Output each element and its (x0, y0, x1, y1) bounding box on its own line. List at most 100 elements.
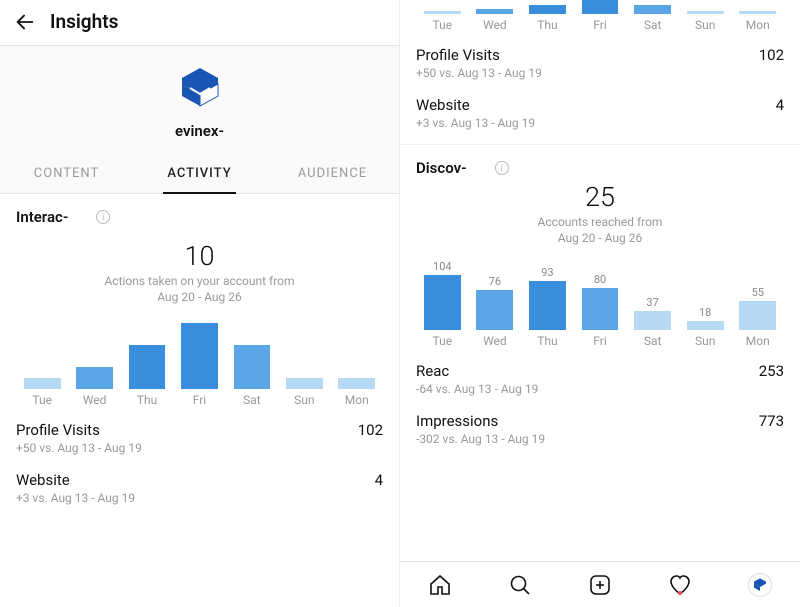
info-icon[interactable]: i (495, 161, 509, 175)
username[interactable]: evinex- (0, 122, 399, 140)
discovery-section-head: Discov- i (400, 145, 800, 181)
interactions-summary: 10 Actions taken on your account from Au… (0, 230, 399, 309)
discovery-title: Discov- (416, 159, 467, 177)
discovery-bars: 104769380371855 (414, 258, 786, 330)
profile-logo[interactable] (176, 64, 224, 112)
bar (582, 0, 619, 14)
bar (76, 367, 113, 389)
tab-activity[interactable]: ACTIVITY (133, 156, 266, 193)
bar (529, 5, 566, 14)
interactions-bars-cropped (414, 0, 786, 14)
metric-value: 253 (759, 362, 784, 380)
metric-value: 4 (375, 471, 383, 489)
bar-mon (331, 317, 383, 389)
xaxis-label: Tue (16, 393, 68, 407)
interactions-chart: TueWedThuFriSatSunMon (0, 309, 399, 409)
bar-wed (469, 0, 522, 14)
new-post-icon[interactable] (587, 572, 613, 598)
right-panel: TueWedThuFriSatSunMon Profile Visits 102… (400, 0, 800, 607)
xaxis-label: Sun (679, 18, 732, 32)
bar (424, 275, 461, 330)
bar (286, 378, 323, 389)
bar-thu (521, 0, 574, 14)
bar-wed (68, 317, 120, 389)
profile-avatar[interactable] (747, 572, 773, 598)
bar-fri (173, 317, 225, 389)
page-title: Insights (50, 10, 118, 33)
bar-mon: 55 (731, 258, 784, 330)
bar-tue: 104 (416, 258, 469, 330)
metric-label: Profile Visits (16, 421, 100, 439)
xaxis-label: Wed (68, 393, 120, 407)
metric-delta: +3 vs. Aug 13 - Aug 19 (416, 116, 784, 130)
xaxis-label: Fri (574, 334, 627, 348)
xaxis-label: Tue (416, 18, 469, 32)
bar (24, 378, 61, 389)
metric-profile-visits: Profile Visits 102 +50 vs. Aug 13 - Aug … (0, 409, 399, 459)
info-icon[interactable]: i (96, 210, 110, 224)
bar (687, 321, 724, 331)
metric-delta: +3 vs. Aug 13 - Aug 19 (16, 491, 383, 505)
metric-impressions: Impressions 773 -302 vs. Aug 13 - Aug 19 (400, 400, 800, 450)
xaxis-label: Fri (173, 393, 225, 407)
bar (739, 301, 776, 330)
metric-label: Reac (416, 362, 449, 380)
bar-sun (278, 317, 330, 389)
metric-value: 773 (759, 412, 784, 430)
discovery-count: 25 (440, 181, 760, 213)
bar (424, 11, 461, 14)
xaxis-label: Mon (731, 18, 784, 32)
bar-tue (416, 0, 469, 14)
tab-audience[interactable]: AUDIENCE (266, 156, 399, 193)
metric-delta: +50 vs. Aug 13 - Aug 19 (416, 66, 784, 80)
metric-label: Website (416, 96, 470, 114)
xaxis-label: Fri (574, 18, 627, 32)
bar-value-label: 18 (699, 306, 711, 319)
xaxis-label: Thu (521, 18, 574, 32)
interactions-chart-cropped: TueWedThuFriSatSunMon (400, 0, 800, 34)
metric-website: Website 4 +3 vs. Aug 13 - Aug 19 (400, 84, 800, 134)
bar-mon (731, 0, 784, 14)
home-icon[interactable] (427, 572, 453, 598)
bar (129, 345, 166, 389)
bar-sun (679, 0, 732, 14)
bar (739, 11, 776, 14)
bar-fri: 80 (574, 258, 627, 330)
bar-value-label: 93 (541, 266, 553, 279)
insights-tabs: CONTENT ACTIVITY AUDIENCE (0, 156, 399, 194)
xaxis-label: Mon (331, 393, 383, 407)
back-arrow-icon[interactable] (14, 11, 36, 33)
metric-delta: -64 vs. Aug 13 - Aug 19 (416, 382, 784, 396)
xaxis-label: Sun (679, 334, 732, 348)
xaxis-label: Wed (469, 334, 522, 348)
metric-label: Website (16, 471, 70, 489)
bar-sun: 18 (679, 258, 732, 330)
discovery-chart: 104769380371855 TueWedThuFriSatSunMon (400, 250, 800, 350)
bar (634, 311, 671, 331)
metric-delta: -302 vs. Aug 13 - Aug 19 (416, 432, 784, 446)
tab-content[interactable]: CONTENT (0, 156, 133, 193)
discovery-xaxis: TueWedThuFriSatSunMon (414, 330, 786, 348)
discovery-subtitle: Accounts reached from Aug 20 - Aug 26 (440, 215, 760, 246)
bar (181, 323, 218, 389)
left-panel: Insights evinex- CONTENT ACTIVITY AUDIEN… (0, 0, 400, 607)
interactions-xaxis: TueWedThuFriSatSunMon (14, 389, 385, 407)
xaxis-label: Thu (521, 334, 574, 348)
interactions-count: 10 (40, 240, 359, 272)
bar-value-label: 104 (433, 260, 452, 273)
xaxis-label: Mon (731, 334, 784, 348)
metric-value: 102 (759, 46, 784, 64)
xaxis-label: Sat (626, 334, 679, 348)
activity-icon[interactable] (667, 572, 693, 598)
search-icon[interactable] (507, 572, 533, 598)
metric-value: 4 (776, 96, 784, 114)
xaxis-label: Thu (121, 393, 173, 407)
xaxis-label: Sat (226, 393, 278, 407)
metric-website: Website 4 +3 vs. Aug 13 - Aug 19 (0, 459, 399, 509)
bar-fri (574, 0, 627, 14)
bar-value-label: 55 (752, 286, 764, 299)
metric-value: 102 (358, 421, 383, 439)
bar-sat (626, 0, 679, 14)
metric-reach: Reac 253 -64 vs. Aug 13 - Aug 19 (400, 350, 800, 400)
bar-value-label: 76 (489, 275, 501, 288)
